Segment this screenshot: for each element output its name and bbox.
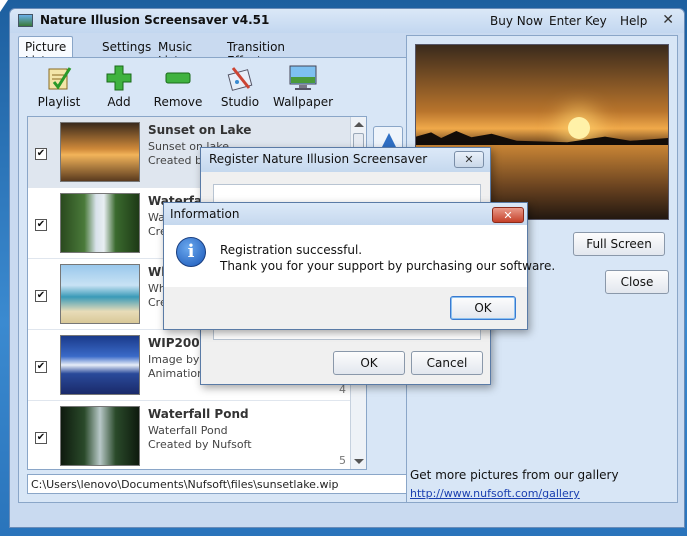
picture-checkbox[interactable]: ✔ — [35, 219, 47, 231]
remove-label: Remove — [153, 95, 203, 109]
picture-checkbox[interactable]: ✔ — [35, 361, 47, 373]
mouse-cursor-icon — [0, 0, 8, 12]
thumbnail-image — [60, 335, 140, 395]
app-icon — [18, 14, 33, 27]
information-line1: Registration successful. — [220, 243, 363, 257]
scroll-down-icon[interactable] — [354, 459, 364, 464]
register-dialog-title: Register Nature Illusion Screensaver — [201, 148, 490, 172]
remove-icon — [165, 72, 191, 84]
tab-settings[interactable]: Settings — [98, 40, 155, 54]
sun-shape — [568, 117, 590, 139]
picture-checkbox[interactable]: ✔ — [35, 290, 47, 302]
information-icon: i — [176, 237, 206, 267]
full-screen-button[interactable]: Full Screen — [573, 232, 665, 256]
app-title: Nature Illusion Screensaver v4.51 — [40, 13, 270, 27]
close-button[interactable]: Close — [605, 270, 669, 294]
thumbnail-image — [60, 406, 140, 466]
close-window-icon[interactable]: ✕ — [662, 12, 674, 28]
studio-icon — [227, 67, 253, 91]
picture-line1: Waterfall Pond — [148, 424, 228, 437]
register-cancel-button[interactable]: Cancel — [411, 351, 483, 375]
add-label: Add — [107, 95, 131, 109]
thumbnail-image — [60, 122, 140, 182]
playlist-icon — [48, 67, 72, 90]
information-body: i Registration successful. Thank you for… — [164, 225, 555, 287]
picture-title: Waterfall Pond — [148, 407, 249, 421]
wallpaper-icon — [289, 65, 317, 90]
treeline-shape — [416, 131, 668, 145]
playlist-button[interactable]: Playlist — [31, 64, 87, 109]
menu-buy-now[interactable]: Buy Now — [490, 14, 543, 28]
information-dialog-title: Information — [164, 203, 527, 225]
picture-title: Sunset on Lake — [148, 123, 252, 137]
information-line2: Thank you for your support by purchasing… — [220, 259, 556, 273]
add-icon — [106, 65, 132, 91]
wallpaper-button[interactable]: Wallpaper — [271, 64, 335, 109]
picture-line2: Created by Nufsoft — [148, 438, 252, 451]
information-dialog: Information ✕ i Registration successful.… — [163, 202, 555, 330]
tab-picture-list[interactable]: Picture List — [18, 36, 74, 68]
menu-enter-key[interactable]: Enter Key — [549, 14, 607, 28]
list-item[interactable]: ✔ Waterfall Pond Waterfall Pond Created … — [28, 401, 350, 469]
add-button[interactable]: Add — [93, 64, 145, 109]
register-ok-button[interactable]: OK — [333, 351, 405, 375]
thumbnail-image — [60, 193, 140, 253]
menu-help[interactable]: Help — [620, 14, 647, 28]
picture-checkbox[interactable]: ✔ — [35, 432, 47, 444]
remove-button[interactable]: Remove — [149, 64, 207, 109]
picture-number: 5 — [339, 454, 346, 467]
register-close-icon[interactable]: ✕ — [454, 151, 484, 168]
gallery-link[interactable]: http://www.nufsoft.com/gallery — [410, 487, 580, 500]
playlist-label: Playlist — [37, 95, 81, 109]
studio-button[interactable]: Studio — [213, 64, 267, 109]
picture-checkbox[interactable]: ✔ — [35, 148, 47, 160]
thumbnail-image — [60, 264, 140, 324]
scroll-up-icon[interactable] — [354, 122, 364, 127]
information-close-icon[interactable]: ✕ — [492, 207, 524, 223]
file-path-field[interactable]: C:\Users\lenovo\Documents\Nufsoft\files\… — [27, 474, 409, 494]
information-ok-button[interactable]: OK — [450, 296, 516, 320]
title-bar[interactable]: Nature Illusion Screensaver v4.51 Buy No… — [10, 9, 684, 33]
wallpaper-label: Wallpaper — [272, 95, 334, 109]
gallery-title: Get more pictures from our gallery — [410, 468, 619, 482]
studio-label: Studio — [220, 95, 260, 109]
